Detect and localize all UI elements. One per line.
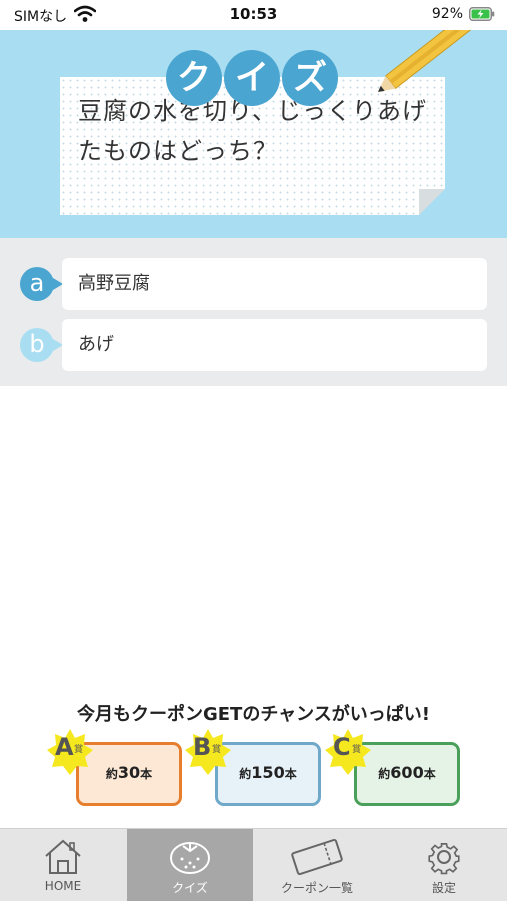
home-icon (45, 839, 81, 874)
answer-label: あげ (78, 334, 114, 355)
prize-amount: 約600本 (378, 763, 436, 782)
tab-settings[interactable]: 設定 (381, 829, 507, 901)
answer-option-a[interactable]: 高野豆腐 (62, 258, 487, 310)
answer-option-b[interactable]: あげ (62, 319, 487, 371)
quiz-icon (170, 842, 210, 874)
tab-quiz[interactable]: クイズ (127, 829, 253, 901)
tab-home[interactable]: HOME (0, 829, 126, 901)
prize-star-badge: B賞 (184, 728, 232, 776)
tab-bar: HOME クイズ クーポン一覧 設定 (0, 828, 507, 901)
tab-label: クイズ (172, 881, 208, 895)
answer-b-bullet: b (20, 328, 63, 362)
status-bar: SIMなし 10:53 92% (0, 0, 507, 30)
prize-amount: 約30本 (105, 763, 153, 782)
tab-label: HOME (44, 879, 82, 893)
answer-a-bullet: a (20, 267, 63, 301)
quiz-title-char: ク (166, 50, 222, 106)
answer-label: 高野豆腐 (78, 273, 150, 294)
battery-charging-icon (469, 7, 495, 21)
tab-label: クーポン一覧 (280, 881, 353, 895)
battery-percent: 92% (431, 6, 463, 22)
paper-fold (419, 189, 445, 215)
tab-coupons[interactable]: クーポン一覧 (254, 829, 380, 901)
quiz-header: 豆腐の水を切り、じっくりあげたものはどっち？ ク イ ズ (0, 30, 507, 238)
gear-icon (428, 843, 460, 875)
coupon-icon (291, 838, 343, 875)
prize-star-badge: C賞 (324, 728, 372, 776)
tab-label: 設定 (431, 881, 456, 895)
prize-star-badge: A賞 (46, 728, 94, 776)
pencil-icon (378, 30, 476, 92)
quiz-title-char: ズ (282, 50, 338, 106)
answer-list: a 高野豆腐 b あげ (0, 238, 507, 386)
quiz-title-char: イ (224, 50, 280, 106)
campaign-title: 今月もクーポンGETのチャンスがいっぱい! (76, 704, 431, 725)
quiz-title: ク イ ズ (166, 50, 338, 106)
prize-amount: 約150本 (239, 763, 297, 782)
